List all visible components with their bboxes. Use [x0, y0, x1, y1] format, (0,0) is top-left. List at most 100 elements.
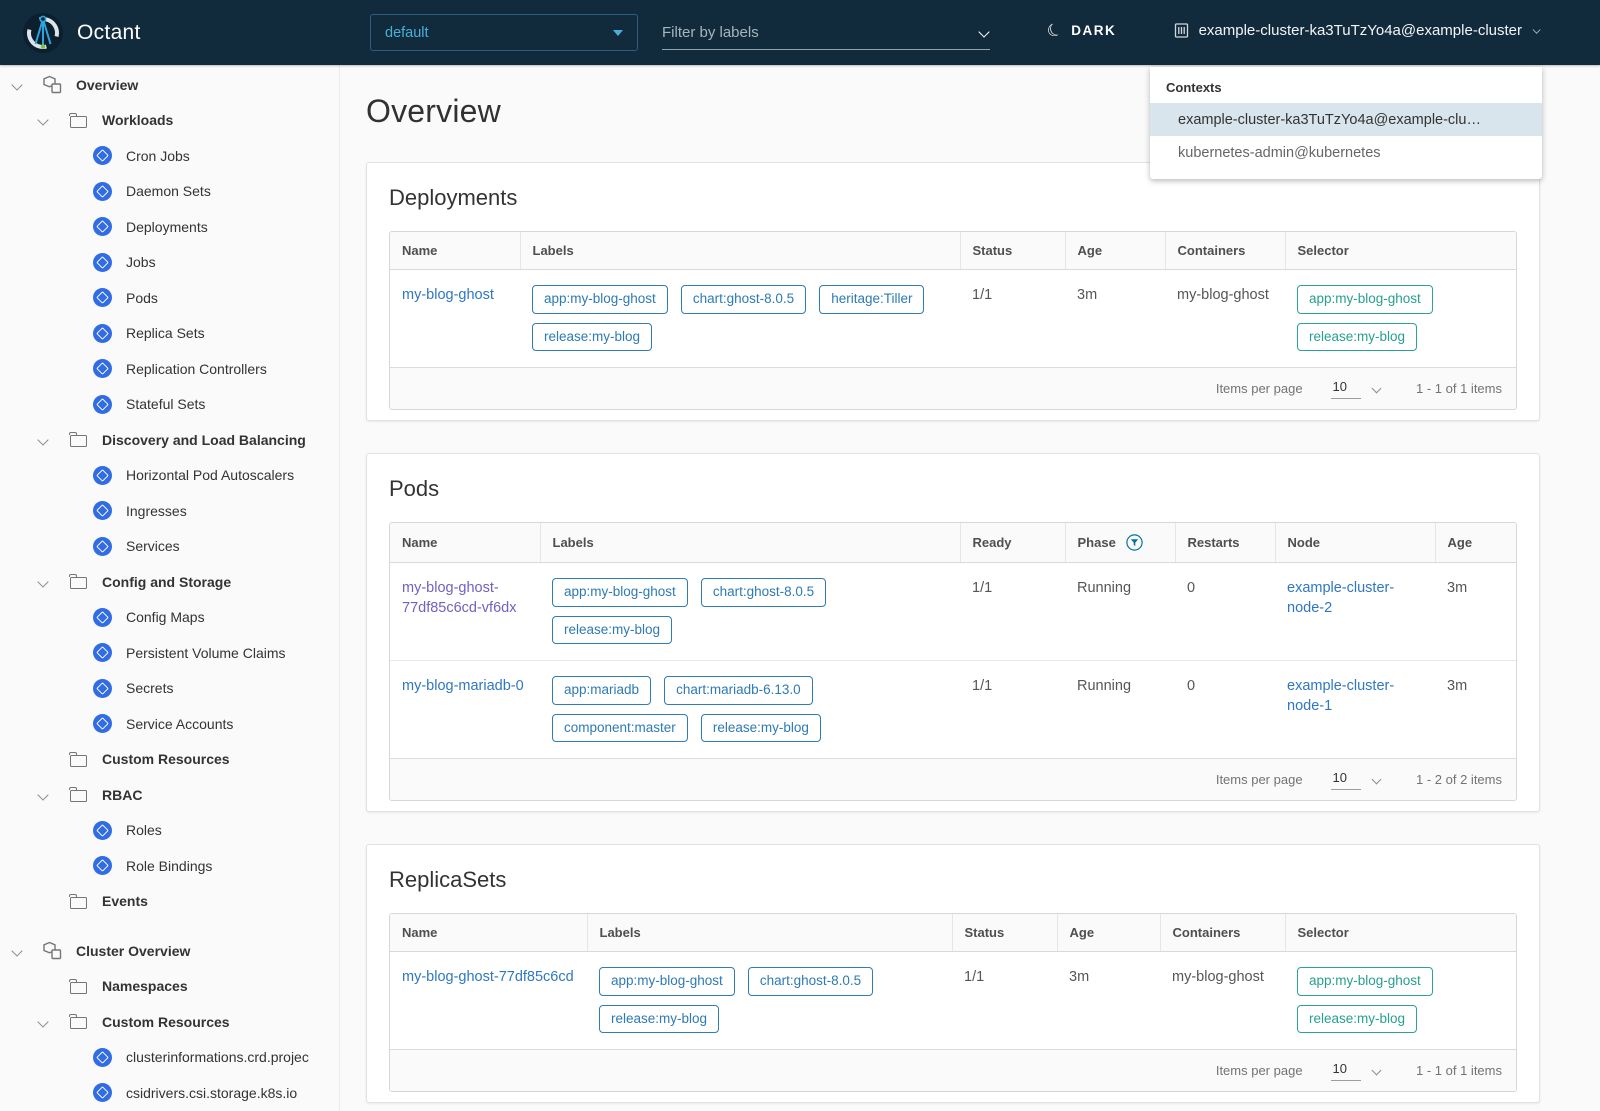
folder-icon [68, 110, 88, 130]
column-header-status: Status [951, 914, 1057, 952]
sidebar-item-replica-sets[interactable]: Replica Sets [0, 316, 339, 352]
items-per-page-select[interactable]: 10 [1330, 1061, 1382, 1081]
node-link[interactable]: example-cluster-node-1 [1287, 678, 1394, 714]
name-cell: my-blog-mariadb-0 [390, 660, 540, 758]
deployments-card: Deployments Name Labels Status Age Conta… [366, 162, 1540, 421]
deployments-table: Name Labels Status Age Containers Select… [389, 231, 1517, 410]
chevron-down-icon[interactable] [36, 1015, 50, 1029]
hpa-icon [92, 465, 112, 485]
status-cell: 1/1 [952, 951, 1057, 1049]
label-tag: release:my-blog [552, 615, 673, 644]
sidebar-item-csidrivers[interactable]: csidrivers.csi.storage.k8s.io [0, 1075, 339, 1111]
sidebar-item-config-and-storage[interactable]: Config and Storage [0, 564, 339, 600]
labels-cell: app:my-blog-ghost chart:ghost-8.0.5 heri… [520, 269, 960, 367]
chevron-down-icon [1371, 1066, 1382, 1077]
sidebar-item-cluster-overview[interactable]: Cluster Overview [0, 933, 339, 969]
replication-controllers-icon [92, 359, 112, 379]
context-menu: Contexts example-cluster-ka3TuTzYo4a@exa… [1150, 67, 1542, 179]
table-row: my-blog-ghost-77df85c6cd-vf6dx app:my-bl… [390, 562, 1516, 661]
secrets-icon [92, 678, 112, 698]
table-row: my-blog-ghost-77df85c6cd app:my-blog-gho… [390, 951, 1516, 1049]
sidebar-item-service-accounts[interactable]: Service Accounts [0, 706, 339, 742]
sidebar-item-roles[interactable]: Roles [0, 813, 339, 849]
items-per-page-select[interactable]: 10 [1330, 770, 1382, 790]
selector-tag: app:my-blog-ghost [1297, 967, 1433, 996]
deployment-link[interactable]: my-blog-ghost [402, 287, 494, 303]
context-menu-item[interactable]: example-cluster-ka3TuTzYo4a@example-clu… [1150, 103, 1542, 136]
labels-cell: app:my-blog-ghost chart:ghost-8.0.5 rele… [540, 562, 960, 661]
sidebar-item-daemon-sets[interactable]: Daemon Sets [0, 174, 339, 210]
name-cell: my-blog-ghost [390, 269, 520, 367]
chevron-down-icon[interactable] [10, 78, 24, 92]
sidebar-item-deployments[interactable]: Deployments [0, 209, 339, 245]
sidebar-item-jobs[interactable]: Jobs [0, 245, 339, 281]
pvc-icon [92, 643, 112, 663]
selector-tag: release:my-blog [1297, 1004, 1418, 1033]
sidebar-item-horizontal-pod-autoscalers[interactable]: Horizontal Pod Autoscalers [0, 458, 339, 494]
service-accounts-icon [92, 714, 112, 734]
daemon-sets-icon [92, 181, 112, 201]
services-icon [92, 536, 112, 556]
namespace-value: default [385, 24, 429, 41]
label-tag: chart:ghost-8.0.5 [747, 967, 874, 996]
sidebar-item-replication-controllers[interactable]: Replication Controllers [0, 351, 339, 387]
column-header-selector: Selector [1284, 232, 1516, 270]
column-header-name: Name [390, 523, 540, 563]
items-per-page-label: Items per page [1215, 1063, 1303, 1078]
theme-toggle-label: DARK [1071, 23, 1117, 38]
pagination-range: 1 - 2 of 2 items [1416, 772, 1502, 787]
sidebar-item-pods[interactable]: Pods [0, 280, 339, 316]
pods-table: Name Labels Ready Phase Restarts Node Ag… [389, 522, 1517, 801]
node-link[interactable]: example-cluster-node-2 [1287, 580, 1394, 616]
sidebar-item-persistent-volume-claims[interactable]: Persistent Volume Claims [0, 635, 339, 671]
label-tag: heritage:Tiller [819, 285, 925, 314]
context-menu-item[interactable]: kubernetes-admin@kubernetes [1150, 136, 1542, 169]
sidebar-item-cron-jobs[interactable]: Cron Jobs [0, 138, 339, 174]
config-maps-icon [92, 607, 112, 627]
pod-link[interactable]: my-blog-mariadb-0 [402, 678, 524, 694]
sidebar-item-ingresses[interactable]: Ingresses [0, 493, 339, 529]
folder-icon [68, 785, 88, 805]
name-cell: my-blog-ghost-77df85c6cd [390, 951, 587, 1049]
chevron-down-icon[interactable] [978, 27, 990, 39]
sidebar-item-services[interactable]: Services [0, 529, 339, 565]
pod-link[interactable]: my-blog-ghost-77df85c6cd-vf6dx [402, 580, 516, 616]
pods-icon [92, 288, 112, 308]
table-row: my-blog-mariadb-0 app:mariadb chart:mari… [390, 660, 1516, 758]
label-filter-input[interactable] [662, 24, 978, 41]
filter-icon[interactable] [1126, 534, 1143, 551]
sidebar-item-discovery-and-load-balancing[interactable]: Discovery and Load Balancing [0, 422, 339, 458]
sidebar-item-workloads[interactable]: Workloads [0, 103, 339, 139]
pods-card-title: Pods [389, 476, 440, 501]
roles-icon [92, 820, 112, 840]
namespace-select[interactable]: default [370, 14, 638, 51]
sidebar-item-cluster-custom-resources[interactable]: Custom Resources [0, 1004, 339, 1040]
replicaset-link[interactable]: my-blog-ghost-77df85c6cd [402, 969, 574, 985]
theme-toggle[interactable]: ☾ DARK [1044, 19, 1117, 43]
sidebar-item-clusterinformations[interactable]: clusterinformations.crd.projec [0, 1040, 339, 1076]
folder-icon [68, 891, 88, 911]
chevron-down-icon[interactable] [36, 433, 50, 447]
sidebar-item-stateful-sets[interactable]: Stateful Sets [0, 387, 339, 423]
items-per-page-select[interactable]: 10 [1330, 379, 1382, 399]
sidebar-item-events[interactable]: Events [0, 884, 339, 920]
sidebar-item-role-bindings[interactable]: Role Bindings [0, 848, 339, 884]
sidebar-item-rbac[interactable]: RBAC [0, 777, 339, 813]
column-header-ready: Ready [959, 523, 1065, 563]
sidebar-item-custom-resources[interactable]: Custom Resources [0, 742, 339, 778]
pagination-range: 1 - 1 of 1 items [1416, 381, 1502, 396]
label-tag: app:my-blog-ghost [532, 285, 668, 314]
label-tag: chart:mariadb-6.13.0 [664, 676, 813, 705]
column-header-age: Age [1434, 523, 1516, 563]
containers-cell: my-blog-ghost [1160, 951, 1285, 1049]
label-tag: release:my-blog [599, 1004, 720, 1033]
chevron-down-icon[interactable] [36, 113, 50, 127]
context-selector[interactable]: example-cluster-ka3TuTzYo4a@example-clus… [1173, 22, 1543, 39]
sidebar-item-namespaces[interactable]: Namespaces [0, 969, 339, 1005]
sidebar-item-secrets[interactable]: Secrets [0, 671, 339, 707]
chevron-down-icon[interactable] [10, 944, 24, 958]
sidebar-item-config-maps[interactable]: Config Maps [0, 600, 339, 636]
chevron-down-icon[interactable] [36, 575, 50, 589]
chevron-down-icon[interactable] [36, 788, 50, 802]
sidebar-item-overview[interactable]: Overview [0, 67, 339, 103]
